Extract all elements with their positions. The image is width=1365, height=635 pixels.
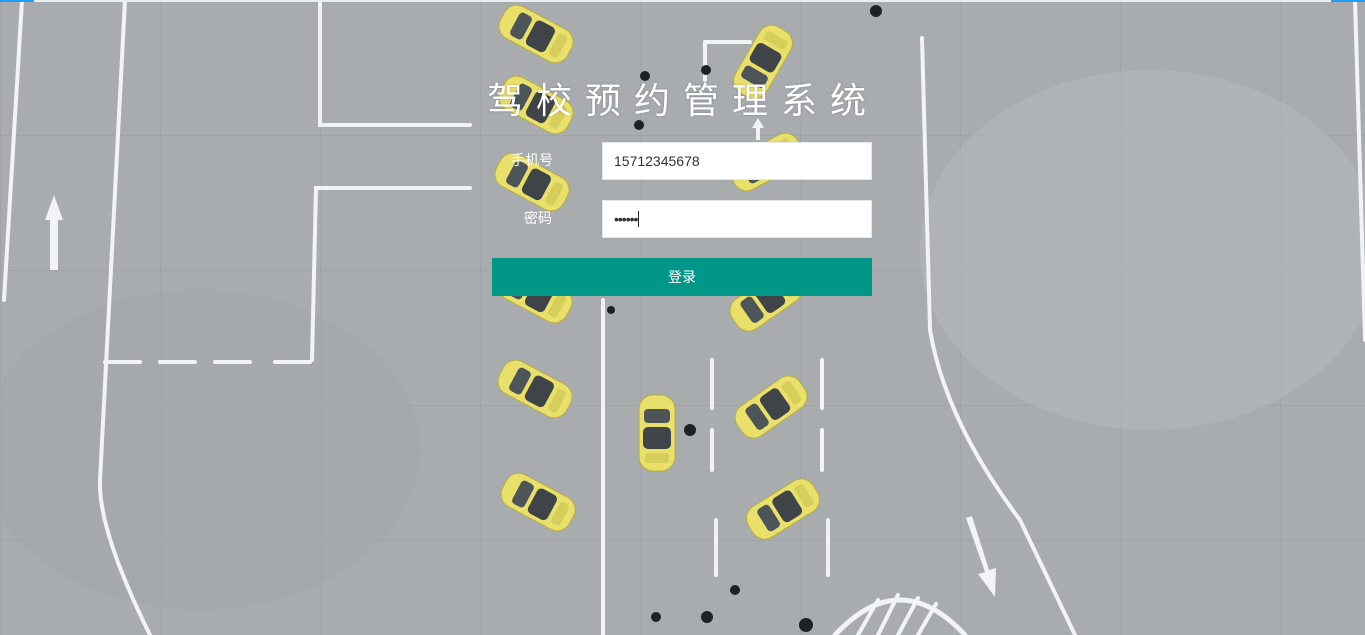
page-title: 驾校预约管理系统 bbox=[486, 81, 879, 122]
phone-label: 手机号 bbox=[511, 153, 553, 169]
phone-value: 15712345678 bbox=[614, 153, 700, 169]
phone-input[interactable]: 15712345678 bbox=[602, 142, 872, 180]
login-form: 驾校预约管理系统 手机号 15712345678 密码 •••••• 登录 bbox=[473, 78, 893, 308]
text-cursor bbox=[638, 211, 640, 227]
login-button[interactable]: 登录 bbox=[492, 258, 872, 296]
top-loading-line bbox=[34, 0, 1331, 2]
top-accent-right bbox=[1331, 0, 1365, 2]
password-input[interactable]: •••••• bbox=[602, 200, 872, 238]
password-label: 密码 bbox=[524, 211, 552, 227]
top-accent-left bbox=[0, 0, 34, 2]
password-value: •••••• bbox=[614, 211, 638, 227]
